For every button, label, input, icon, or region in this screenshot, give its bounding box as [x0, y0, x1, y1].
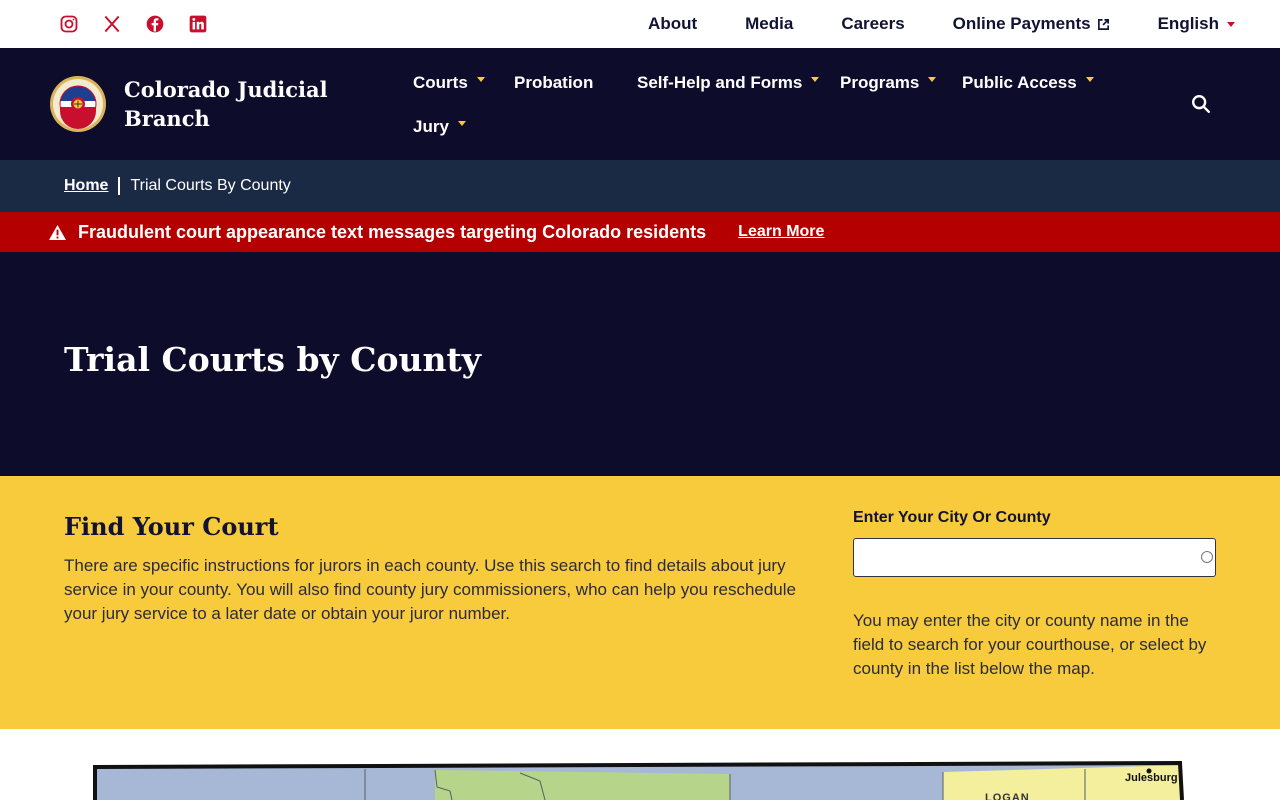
- nav-public-access-label: Public Access: [962, 73, 1077, 92]
- social-links: [58, 13, 208, 34]
- map-town-label: Julesburg: [1125, 772, 1178, 784]
- external-link-icon: [1097, 18, 1109, 30]
- nav-programs[interactable]: Programs: [840, 73, 937, 93]
- loading-spinner-icon: [1201, 551, 1213, 563]
- about-link[interactable]: About: [648, 14, 697, 34]
- finder-description: There are specific instructions for juro…: [64, 556, 796, 623]
- chevron-down-icon: [476, 76, 485, 82]
- linkedin-icon[interactable]: [187, 13, 208, 34]
- nav-self-help[interactable]: Self-Help and Forms: [637, 73, 820, 93]
- language-label: English: [1157, 14, 1219, 33]
- breadcrumb-separator: [118, 177, 121, 195]
- search-icon[interactable]: [1190, 93, 1212, 115]
- utility-bar: About Media Careers Online Payments Engl…: [0, 0, 1280, 48]
- chevron-down-icon: [811, 76, 820, 82]
- brand-name[interactable]: Colorado Judicial Branch: [124, 75, 334, 133]
- breadcrumb-current: Trial Courts By County: [130, 177, 291, 194]
- careers-link[interactable]: Careers: [841, 14, 904, 34]
- hero: Trial Courts by County: [0, 252, 1280, 476]
- county-map[interactable]: Julesburg LOGAN: [0, 729, 1280, 800]
- page-title: Trial Courts by County: [64, 340, 481, 379]
- main-header: Colorado Judicial Branch Courts Probatio…: [0, 48, 1280, 160]
- online-payments-label: Online Payments: [952, 14, 1091, 33]
- finder-heading: Find Your Court: [64, 512, 279, 541]
- city-county-input[interactable]: [853, 538, 1216, 577]
- nav-programs-label: Programs: [840, 73, 920, 92]
- language-selector[interactable]: English: [1158, 14, 1235, 34]
- breadcrumb: Home Trial Courts By County: [0, 160, 1280, 212]
- chevron-down-icon: [1227, 21, 1235, 27]
- nav-courts[interactable]: Courts: [413, 73, 485, 93]
- find-your-court-section: Find Your Court There are specific instr…: [0, 476, 1280, 729]
- nav-probation-label: Probation: [514, 73, 594, 92]
- finder-help-text: You may enter the city or county name in…: [853, 611, 1207, 678]
- nav-jury[interactable]: Jury: [413, 117, 466, 137]
- instagram-icon[interactable]: [58, 13, 79, 34]
- chevron-down-icon: [457, 120, 466, 126]
- city-county-label: Enter Your City Or County: [853, 509, 1051, 526]
- warning-icon: [49, 224, 66, 240]
- map-county-label: LOGAN: [985, 792, 1030, 800]
- alert-banner: Fraudulent court appearance text message…: [0, 212, 1280, 252]
- media-link[interactable]: Media: [745, 14, 793, 34]
- nav-jury-label: Jury: [413, 117, 449, 136]
- chevron-down-icon: [928, 76, 937, 82]
- learn-more-link[interactable]: Learn More: [738, 223, 824, 241]
- chevron-down-icon: [1085, 76, 1094, 82]
- x-icon[interactable]: [101, 13, 122, 34]
- breadcrumb-home[interactable]: Home: [64, 177, 108, 195]
- alert-message: Fraudulent court appearance text message…: [78, 221, 707, 242]
- colorado-map-outline: [93, 760, 1184, 800]
- nav-public-access[interactable]: Public Access: [962, 73, 1094, 93]
- utility-nav: About Media Careers Online Payments Engl…: [648, 14, 1235, 34]
- nav-courts-label: Courts: [413, 73, 468, 92]
- facebook-icon[interactable]: [144, 13, 165, 34]
- online-payments-link[interactable]: Online Payments: [953, 14, 1110, 34]
- nav-self-help-label: Self-Help and Forms: [637, 73, 803, 92]
- nav-probation[interactable]: Probation: [514, 73, 593, 93]
- court-seal-logo[interactable]: [49, 75, 107, 133]
